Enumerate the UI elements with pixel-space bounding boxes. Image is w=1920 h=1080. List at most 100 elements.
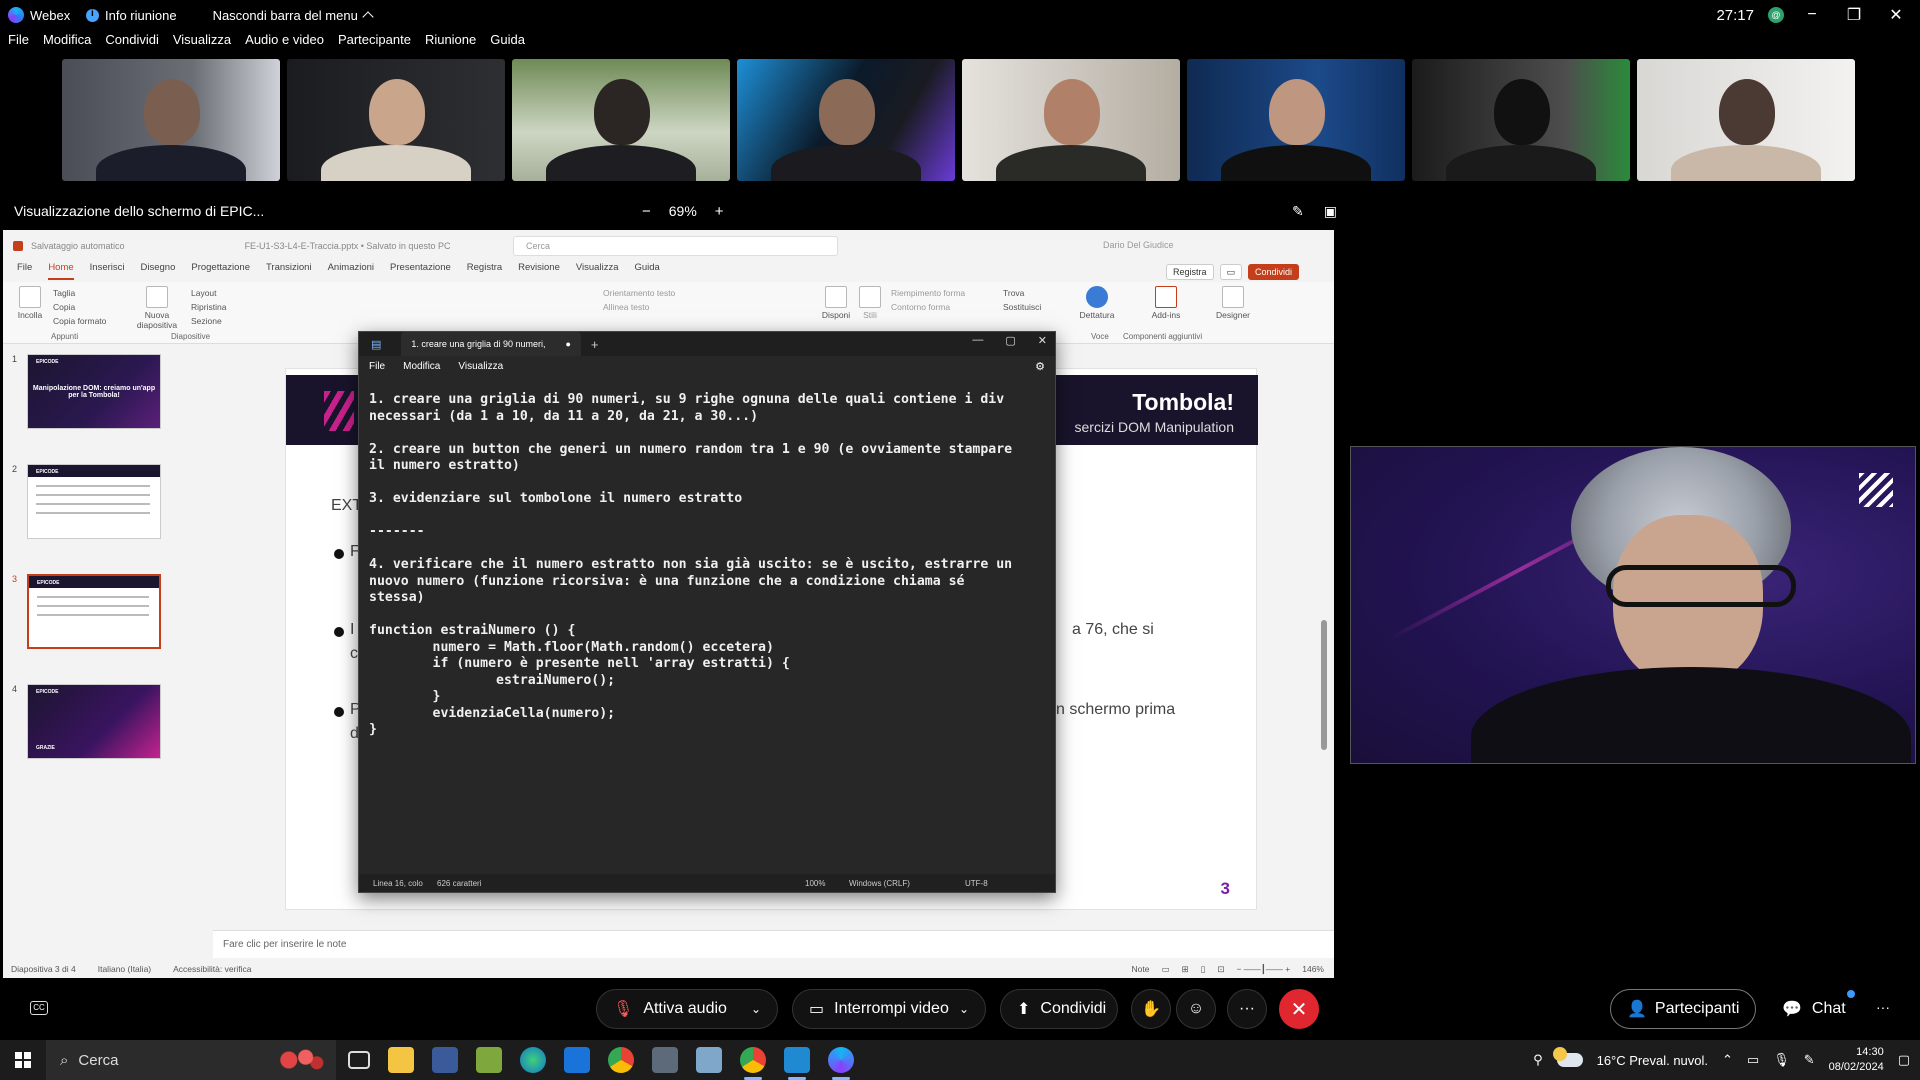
notes-pane[interactable]: Fare clic per inserire le note bbox=[213, 930, 1334, 958]
record-button[interactable]: Registra bbox=[1166, 264, 1214, 280]
tab-progettazione[interactable]: Progettazione bbox=[191, 262, 250, 280]
slide-thumbnail[interactable]: EPICODE bbox=[27, 574, 161, 649]
annotate-icon[interactable]: ✎ bbox=[1292, 203, 1304, 220]
task-view-icon[interactable] bbox=[348, 1051, 370, 1069]
captions-icon[interactable]: CC bbox=[30, 1001, 48, 1015]
menu-visualizza[interactable]: Visualizza bbox=[173, 32, 231, 54]
paste-button[interactable]: Incolla bbox=[15, 286, 45, 320]
replace-button[interactable]: Sostituisci bbox=[1003, 300, 1041, 314]
chrome-icon[interactable] bbox=[608, 1047, 634, 1073]
overflow-menu-icon[interactable]: ··· bbox=[1876, 999, 1890, 1015]
designer-button[interactable]: Designer bbox=[1215, 286, 1251, 320]
store-icon[interactable] bbox=[432, 1047, 458, 1073]
chrome-profile-icon[interactable] bbox=[740, 1047, 766, 1080]
tab-revisione[interactable]: Revisione bbox=[518, 262, 560, 280]
chevron-up-icon[interactable]: ⌃ bbox=[1722, 1052, 1733, 1068]
tab-visualizza[interactable]: Visualizza bbox=[576, 262, 619, 280]
new-tab-icon[interactable]: + bbox=[591, 337, 599, 352]
format-painter-button[interactable]: Copia formato bbox=[53, 314, 106, 328]
presenter-video[interactable] bbox=[1350, 446, 1916, 764]
restore-icon[interactable]: ❐ bbox=[1840, 5, 1868, 25]
participants-button[interactable]: 👤 Partecipanti bbox=[1610, 989, 1756, 1029]
tab-transizioni[interactable]: Transizioni bbox=[266, 262, 312, 280]
ppt-share-button[interactable]: Condividi bbox=[1248, 264, 1300, 280]
tab-close-dot-icon[interactable]: ● bbox=[565, 339, 570, 349]
notepad-editor[interactable]: 1. creare una griglia di 90 numeri, su 9… bbox=[369, 392, 1045, 739]
slide-thumbnail[interactable]: EPICODE Manipolazione DOM: creiamo un'ap… bbox=[27, 354, 161, 429]
notepad-menu-modifica[interactable]: Modifica bbox=[403, 361, 440, 372]
share-button[interactable]: ⬆ Condividi bbox=[1000, 989, 1118, 1029]
taskbar-search[interactable]: ⌕ Cerca bbox=[46, 1040, 336, 1080]
weather-text[interactable]: 16°C Preval. nuvol. bbox=[1597, 1053, 1708, 1068]
tab-disegno[interactable]: Disegno bbox=[141, 262, 176, 280]
participant-video[interactable] bbox=[737, 59, 955, 181]
sorter-view-icon[interactable]: ⊞ bbox=[1182, 964, 1189, 975]
cut-button[interactable]: Taglia bbox=[53, 286, 106, 300]
zoom-in-button[interactable]: + bbox=[715, 203, 724, 220]
hide-menu-button[interactable]: Nascondi barra del menu bbox=[213, 8, 374, 23]
menu-audio-video[interactable]: Audio e video bbox=[245, 32, 324, 54]
participant-video[interactable] bbox=[62, 59, 280, 181]
tab-inserisci[interactable]: Inserisci bbox=[90, 262, 125, 280]
layout-button[interactable]: Layout bbox=[191, 286, 226, 300]
addins-button[interactable]: Add-ins bbox=[1149, 286, 1183, 320]
ppt-search[interactable]: Cerca bbox=[513, 236, 838, 256]
close-icon[interactable]: ✕ bbox=[1882, 5, 1910, 25]
notepad-window[interactable]: ▤ 1. creare una griglia di 90 numeri, ● … bbox=[358, 331, 1056, 893]
language-status[interactable]: Italiano (Italia) bbox=[98, 964, 151, 974]
people-icon[interactable]: ⚲ bbox=[1533, 1052, 1543, 1068]
tab-registra[interactable]: Registra bbox=[467, 262, 502, 280]
notifications-icon[interactable]: ▢ bbox=[1898, 1052, 1910, 1068]
zoom-out-button[interactable]: − bbox=[642, 203, 651, 220]
participant-video[interactable] bbox=[962, 59, 1180, 181]
gear-icon[interactable]: ⚙ bbox=[1035, 360, 1045, 373]
text-direction-button[interactable]: Orientamento testo bbox=[603, 286, 675, 300]
notepad-menu-visualizza[interactable]: Visualizza bbox=[458, 361, 503, 372]
reactions-button[interactable]: ☺ bbox=[1176, 989, 1216, 1029]
participant-video[interactable] bbox=[287, 59, 505, 181]
tab-home[interactable]: Home bbox=[48, 262, 74, 280]
section-button[interactable]: Sezione bbox=[191, 314, 226, 328]
maximize-icon[interactable]: ▢ bbox=[1005, 334, 1015, 347]
accessibility-status[interactable]: Accessibilità: verifica bbox=[173, 964, 251, 974]
popout-icon[interactable]: ▣ bbox=[1324, 203, 1337, 220]
taskbar-clock[interactable]: 14:30 08/02/2024 bbox=[1829, 1045, 1884, 1075]
menu-condividi[interactable]: Condividi bbox=[105, 32, 158, 54]
align-text-button[interactable]: Allinea testo bbox=[603, 300, 675, 314]
encoding[interactable]: UTF-8 bbox=[965, 879, 988, 888]
minimize-icon[interactable]: − bbox=[1798, 6, 1826, 24]
leave-meeting-button[interactable]: ✕ bbox=[1279, 989, 1319, 1029]
start-button[interactable] bbox=[0, 1040, 46, 1080]
dictate-button[interactable]: Dettatura bbox=[1079, 286, 1115, 320]
shape-fill-button[interactable]: Riempimento forma bbox=[891, 286, 965, 300]
file-explorer-icon[interactable] bbox=[388, 1047, 414, 1073]
line-ending[interactable]: Windows (CRLF) bbox=[849, 879, 910, 888]
copy-button[interactable]: Copia bbox=[53, 300, 106, 314]
close-icon[interactable]: ✕ bbox=[1038, 334, 1047, 347]
slide-thumbnail[interactable]: EPICODE bbox=[27, 464, 161, 539]
normal-view-icon[interactable]: ▭ bbox=[1162, 964, 1170, 975]
tab-animazioni[interactable]: Animazioni bbox=[328, 262, 374, 280]
reset-button[interactable]: Ripristina bbox=[191, 300, 226, 314]
notepad-icon[interactable] bbox=[696, 1047, 722, 1073]
notepad-menu-file[interactable]: File bbox=[369, 361, 385, 372]
edge-icon[interactable] bbox=[520, 1047, 546, 1073]
menu-riunione[interactable]: Riunione bbox=[425, 32, 476, 54]
notepad-zoom[interactable]: 100% bbox=[805, 879, 825, 888]
meeting-info-button[interactable]: Info riunione bbox=[86, 8, 177, 23]
participant-video[interactable] bbox=[1637, 59, 1855, 181]
network-icon[interactable]: ▭ bbox=[1747, 1052, 1759, 1068]
menu-modifica[interactable]: Modifica bbox=[43, 32, 91, 54]
shape-outline-button[interactable]: Contorno forma bbox=[891, 300, 965, 314]
ppt-zoom-level[interactable]: 146% bbox=[1302, 964, 1324, 975]
menu-partecipante[interactable]: Partecipante bbox=[338, 32, 411, 54]
mute-button[interactable]: 🎙 Attiva audio ⌄ bbox=[596, 989, 778, 1029]
minimize-icon[interactable]: — bbox=[972, 334, 983, 347]
raise-hand-button[interactable]: ✋ bbox=[1131, 989, 1171, 1029]
more-options-button[interactable]: ··· bbox=[1227, 989, 1267, 1029]
slide-scrollbar[interactable] bbox=[1321, 620, 1327, 750]
reading-view-icon[interactable]: ▯ bbox=[1201, 964, 1206, 975]
slideshow-icon[interactable]: ⊡ bbox=[1217, 964, 1224, 975]
chevron-down-icon[interactable]: ⌄ bbox=[751, 1002, 761, 1016]
comments-icon[interactable]: ▭ bbox=[1219, 264, 1243, 280]
